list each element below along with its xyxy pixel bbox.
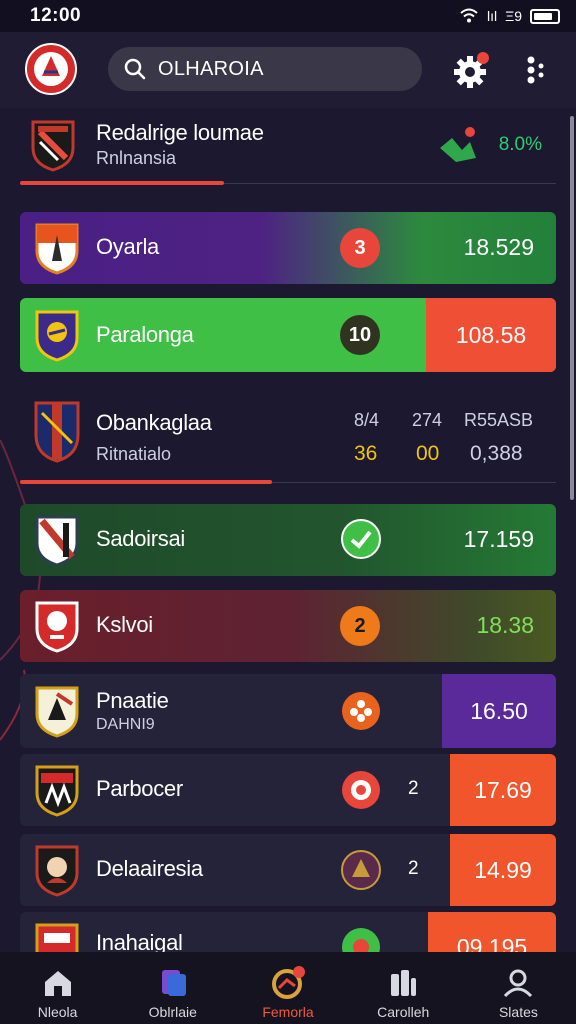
team-name: Delaairesia [96, 856, 203, 881]
team-value: 17.69 [450, 754, 556, 826]
featured-progress-bar [20, 181, 224, 185]
search-icon [124, 58, 146, 80]
list-item[interactable]: Parbocer 2 17.69 [20, 754, 556, 826]
team-crest-icon [35, 845, 79, 897]
settings-gear-icon[interactable] [452, 50, 492, 90]
shield-icon [341, 850, 381, 890]
team-name: Paralonga [96, 322, 194, 347]
list-item[interactable]: Pnaatie DAHNI9 16.50 [20, 674, 556, 748]
nav-item-stats[interactable]: Carolleh [346, 952, 461, 1024]
record-icon [342, 771, 380, 809]
target-icon [272, 966, 305, 999]
user-icon [504, 969, 533, 998]
team-name: Pnaatie [96, 688, 169, 713]
rank-badge: 2 [340, 606, 380, 646]
team-count: 2 [408, 778, 419, 799]
list-item[interactable]: Paralonga 10 108.58 [20, 298, 556, 372]
team-crest-icon [35, 923, 79, 952]
featured-percent: 8.0% [498, 134, 542, 155]
detail-name: Obankaglaa [96, 410, 212, 435]
list-item[interactable]: Inahaigal 09.195 [20, 912, 556, 952]
nav-item-cards[interactable]: Oblrlaie [115, 952, 230, 1024]
more-menu-icon[interactable] [522, 52, 550, 88]
detail-col-header: R55ASB [464, 410, 534, 430]
featured-subtitle: Rnlnansia [96, 148, 177, 168]
rank-badge: 10 [340, 315, 380, 355]
detail-col-value: 36 [354, 442, 378, 465]
team-name: Parbocer [96, 776, 183, 801]
team-crest-icon [34, 401, 80, 463]
team-subtitle: DAHNI9 [96, 716, 155, 733]
bottom-navigation: Nleola Oblrlaie Femorla Carolleh Slates [0, 952, 576, 1024]
team-name: Kslvoi [96, 612, 153, 637]
nav-label: Nleola [37, 1004, 78, 1020]
featured-row[interactable]: Redalrige loumae Rnlnansia 8.0% [0, 108, 576, 188]
nav-label: Slates [498, 1004, 538, 1020]
wifi-icon [460, 8, 478, 23]
app-header: OLHAROIA [0, 32, 576, 108]
status-extra: Ξ9 [505, 8, 522, 24]
team-value: 17.159 [463, 526, 534, 552]
nav-label: Femorla [262, 1004, 314, 1020]
team-crest-icon [35, 765, 79, 817]
team-crest-icon [35, 223, 79, 275]
rank-badge: 3 [340, 228, 380, 268]
check-icon [341, 519, 381, 559]
team-crest-icon [35, 601, 79, 653]
cards-icon [161, 970, 186, 996]
detail-col-value: 0,388 [470, 442, 523, 465]
nav-label: Carolleh [377, 1004, 430, 1020]
notification-dot [477, 52, 489, 64]
team-value: 14.99 [450, 834, 556, 906]
list-item[interactable]: Delaairesia 2 14.99 [20, 834, 556, 906]
nav-item-target[interactable]: Femorla [230, 952, 345, 1024]
nav-label: Oblrlaie [148, 1004, 197, 1020]
scrollbar[interactable] [570, 116, 574, 500]
team-value: 18.38 [476, 612, 534, 638]
detail-col-header: 8/4 [354, 410, 380, 430]
search-input[interactable]: OLHAROIA [108, 47, 422, 91]
detail-col-value: 00 [416, 442, 440, 465]
standings-list: Redalrige loumae Rnlnansia 8.0% Oyarla 3… [0, 108, 576, 952]
list-item[interactable]: Sadoirsai 17.159 [20, 504, 556, 576]
signal-icon: lıl [486, 8, 498, 24]
team-value: 108.58 [426, 298, 556, 372]
team-value: 16.50 [442, 674, 556, 748]
nav-item-home[interactable]: Nleola [0, 952, 115, 1024]
team-crest-icon [31, 120, 75, 172]
status-icons: lıl Ξ9 [459, 8, 560, 24]
team-value: 18.529 [463, 234, 534, 260]
team-crest-icon [35, 515, 79, 567]
detail-subtitle: Ritnatialo [96, 444, 172, 464]
team-name: Oyarla [96, 234, 159, 259]
team-crest-icon [35, 310, 79, 362]
detail-col-header: 274 [412, 410, 443, 430]
flower-icon [342, 692, 380, 730]
detail-row[interactable]: Obankaglaa Ritnatialo 8/4 274 R55ASB 36 … [0, 380, 576, 492]
stats-icon [391, 970, 417, 996]
team-count: 2 [408, 858, 419, 879]
team-name: Inahaigal [96, 930, 183, 952]
status-bar: 12:00 lıl Ξ9 [0, 0, 576, 32]
home-icon [44, 971, 71, 996]
featured-name: Redalrige loumae [96, 120, 264, 145]
list-item[interactable]: Oyarla 3 18.529 [20, 212, 556, 284]
battery-icon [530, 8, 560, 24]
team-value: 09.195 [428, 912, 556, 952]
trend-arrow-icon [440, 127, 476, 162]
flower-icon [342, 928, 380, 952]
list-item[interactable]: Kslvoi 2 18.38 [20, 590, 556, 662]
team-crest-icon [35, 686, 79, 738]
club-logo-icon[interactable] [24, 42, 78, 96]
team-name: Sadoirsai [96, 526, 186, 551]
detail-progress-bar [20, 480, 272, 484]
search-value: OLHAROIA [158, 57, 264, 80]
status-time: 12:00 [30, 5, 82, 26]
nav-item-profile[interactable]: Slates [461, 952, 576, 1024]
